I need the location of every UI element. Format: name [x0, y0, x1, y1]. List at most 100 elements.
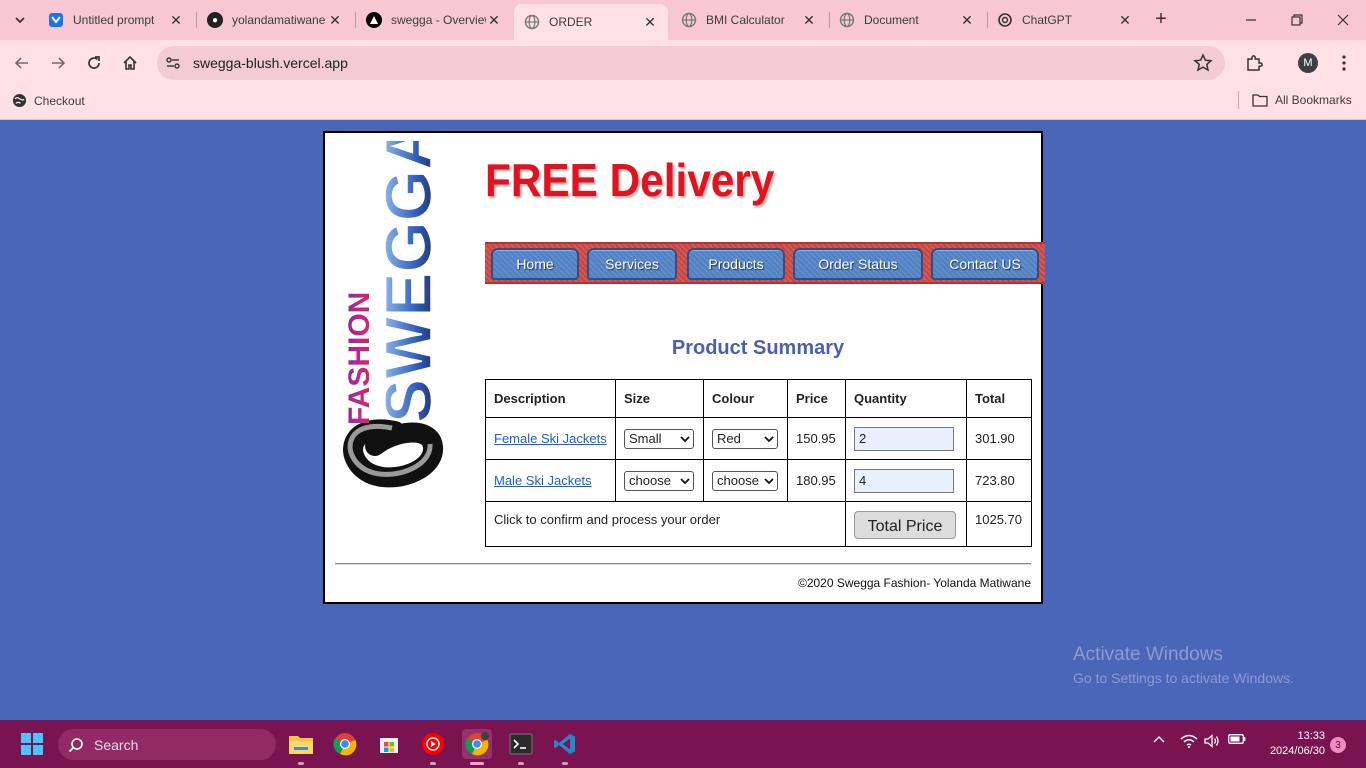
battery-status[interactable] — [1228, 734, 1246, 744]
show-hidden-icons-button[interactable] — [1152, 734, 1166, 744]
all-bookmarks-button[interactable]: All Bookmarks — [1252, 93, 1352, 107]
total-price-button[interactable]: Total Price — [854, 511, 956, 539]
github-icon: ● — [207, 12, 223, 28]
size-cell: choose — [615, 459, 704, 502]
site-settings-icon[interactable] — [165, 55, 181, 71]
swegga-fashion-logo: FASHION SWEGGA — [343, 141, 446, 488]
nav-contact-us[interactable]: Contact US — [931, 248, 1039, 280]
tab-github[interactable]: ● yolandamatiwane ✕ — [197, 6, 353, 34]
colour-value: choose — [717, 473, 759, 488]
vscode-icon — [554, 734, 575, 754]
active-indicator — [470, 762, 484, 765]
home-icon — [123, 55, 137, 70]
folder-icon — [1252, 94, 1268, 107]
search-icon — [68, 737, 83, 752]
wifi-icon — [1180, 734, 1198, 748]
start-button[interactable] — [17, 729, 47, 759]
extensions-button[interactable] — [1242, 51, 1266, 75]
product-summary-table: Description Size Colour Price Quantity T… — [485, 379, 1032, 547]
quantity-input[interactable]: 4 — [854, 468, 954, 493]
close-window-button[interactable] — [1320, 0, 1366, 40]
colour-select[interactable]: Red — [712, 428, 778, 449]
forward-button[interactable] — [46, 51, 70, 75]
network-status[interactable] — [1180, 734, 1198, 748]
clock-date: 2024/06/30 — [1269, 745, 1325, 757]
tab-untitled-prompt[interactable]: Untitled prompt ✕ — [38, 6, 194, 34]
back-button[interactable] — [10, 51, 34, 75]
confirm-text: Click to confirm and process your order — [485, 501, 846, 547]
chevron-down-icon — [764, 477, 774, 484]
bookmark-star-icon[interactable] — [1193, 53, 1213, 73]
tab-order[interactable]: ORDER ✕ — [514, 4, 668, 40]
bookmarks-bar: Checkout All Bookmarks — [0, 86, 1366, 120]
ai-studio-icon — [48, 12, 64, 28]
header-colour: Colour — [703, 379, 788, 418]
tab-title: Document — [864, 13, 919, 27]
quantity-cell: 2 — [845, 417, 967, 460]
close-icon[interactable]: ✕ — [959, 12, 975, 29]
table-row: Male Ski Jackets choose choose 180.95 4 … — [485, 459, 1032, 502]
product-link-male-ski-jackets[interactable]: Male Ski Jackets — [494, 473, 592, 488]
restore-button[interactable] — [1274, 0, 1320, 40]
terminal-button[interactable] — [506, 729, 536, 759]
header-quantity: Quantity — [845, 379, 967, 418]
minimize-button[interactable] — [1228, 0, 1274, 40]
tab-bmi-calculator[interactable]: BMI Calculator ✕ — [671, 6, 827, 34]
volume-control[interactable] — [1204, 734, 1220, 748]
quantity-cell: 4 — [845, 459, 967, 502]
nav-order-status[interactable]: Order Status — [793, 248, 923, 280]
close-icon[interactable]: ✕ — [801, 12, 817, 29]
vscode-button[interactable] — [550, 729, 580, 759]
price-cell: 150.95 — [787, 417, 846, 460]
header-price: Price — [787, 379, 846, 418]
taskbar-search[interactable]: Search — [58, 729, 276, 760]
chrome-button[interactable] — [330, 729, 360, 759]
size-select[interactable]: Small — [624, 428, 694, 449]
restore-icon — [1291, 14, 1303, 26]
size-select[interactable]: choose — [624, 470, 694, 491]
reload-button[interactable] — [82, 51, 106, 75]
url-text: swegga-blush.vercel.app — [193, 55, 348, 71]
tab-title: ChatGPT — [1022, 13, 1073, 27]
vercel-icon — [366, 12, 382, 28]
chrome-profile-button[interactable] — [462, 729, 492, 759]
product-link-female-ski-jackets[interactable]: Female Ski Jackets — [494, 431, 607, 446]
nav-home[interactable]: Home — [491, 248, 579, 280]
size-cell: Small — [615, 417, 704, 460]
battery-icon — [1228, 734, 1246, 744]
home-button[interactable] — [118, 51, 142, 75]
tab-search-button[interactable] — [8, 8, 32, 32]
notification-badge[interactable]: 3 — [1330, 737, 1346, 753]
clock-time: 13:33 — [1297, 730, 1325, 742]
footer-copyright: ©2020 Swegga Fashion- Yolanda Matiwane — [797, 576, 1031, 590]
tab-title: yolandamatiwane — [232, 13, 326, 27]
taskbar-clock[interactable]: 13:33 2024/06/30 — [1255, 729, 1325, 759]
store-icon — [380, 738, 398, 753]
close-icon[interactable]: ✕ — [486, 12, 502, 29]
address-bar[interactable]: swegga-blush.vercel.app — [157, 46, 1225, 80]
close-icon[interactable]: ✕ — [1117, 12, 1133, 29]
tab-title: swegga - Overview — [391, 13, 486, 27]
new-tab-button[interactable]: + — [1150, 8, 1172, 32]
menu-button[interactable] — [1332, 51, 1356, 75]
close-icon[interactable]: ✕ — [642, 14, 658, 31]
avatar: M — [1298, 53, 1318, 73]
close-icon[interactable]: ✕ — [327, 12, 343, 29]
profile-button[interactable]: M — [1296, 51, 1320, 75]
tab-swegga-overview[interactable]: swegga - Overview ✕ — [356, 6, 512, 34]
close-icon[interactable]: ✕ — [168, 12, 184, 29]
microsoft-store-button[interactable] — [374, 729, 404, 759]
page-container: FASHION SWEGGA FREE Delivery Home Servic… — [323, 131, 1045, 604]
nav-products[interactable]: Products — [687, 248, 785, 280]
youtube-music-button[interactable] — [418, 729, 448, 759]
bookmark-checkout[interactable]: Checkout — [12, 93, 85, 108]
nav-services[interactable]: Services — [587, 248, 677, 280]
quantity-input[interactable]: 2 — [854, 426, 954, 451]
tab-document[interactable]: Document ✕ — [829, 6, 985, 34]
more-vertical-icon — [1342, 55, 1346, 71]
header-total: Total — [966, 379, 1032, 418]
colour-select[interactable]: choose — [712, 470, 778, 491]
chevron-up-icon — [1153, 735, 1165, 743]
tab-chatgpt[interactable]: ChatGPT ✕ — [987, 6, 1143, 34]
file-explorer-button[interactable] — [286, 729, 316, 759]
